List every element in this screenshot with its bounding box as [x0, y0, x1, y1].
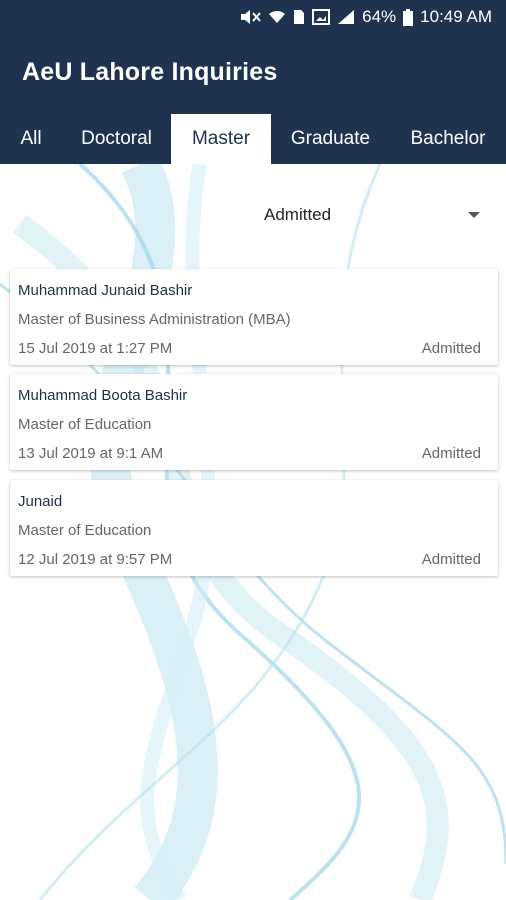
dropdown-arrow-icon — [468, 212, 480, 218]
inquiry-date: 15 Jul 2019 at 1:27 PM — [18, 340, 173, 357]
inquiry-card[interactable]: Muhammad Boota Bashir Master of Educatio… — [10, 374, 498, 470]
inquiry-status: Admitted — [421, 445, 481, 462]
clock: 10:49 AM — [420, 7, 492, 26]
status-icons: 64% 10:49 AM — [239, 0, 492, 34]
inquiry-name: Junaid — [18, 493, 63, 510]
inquiry-card[interactable]: Junaid Master of Education 12 Jul 2019 a… — [10, 480, 498, 576]
content-area: Admitted Muhammad Junaid Bashir Master o… — [0, 164, 506, 900]
screenshot-icon — [312, 9, 331, 25]
tab-all[interactable]: All — [0, 114, 62, 164]
battery-icon — [403, 8, 414, 26]
inquiry-program: Master of Education — [18, 522, 152, 539]
app-title: AeU Lahore Inquiries — [22, 58, 278, 86]
tab-master[interactable]: Master — [171, 114, 271, 164]
sim-icon — [293, 9, 305, 25]
tab-graduate[interactable]: Graduate — [271, 114, 390, 164]
tab-bachelor[interactable]: Bachelor — [390, 114, 506, 164]
inquiry-program: Master of Education — [18, 416, 152, 433]
battery-percent: 64% — [362, 7, 397, 26]
status-bar: 64% 10:49 AM — [0, 0, 506, 34]
tab-doctoral[interactable]: Doctoral — [62, 114, 171, 164]
signal-icon — [337, 9, 355, 25]
inquiry-name: Muhammad Boota Bashir — [18, 387, 188, 404]
inquiry-name: Muhammad Junaid Bashir — [18, 282, 193, 299]
wifi-icon — [268, 9, 286, 25]
inquiry-date: 12 Jul 2019 at 9:57 PM — [18, 551, 173, 568]
inquiry-status: Admitted — [421, 551, 481, 568]
inquiry-program: Master of Business Administration (MBA) — [18, 311, 291, 328]
mute-icon — [239, 9, 261, 25]
tab-bar: All Doctoral Master Graduate Bachelor — [0, 114, 506, 164]
inquiry-date: 13 Jul 2019 at 9:1 AM — [18, 445, 164, 462]
inquiry-status: Admitted — [421, 340, 481, 357]
inquiry-card[interactable]: Muhammad Junaid Bashir Master of Busines… — [10, 269, 498, 365]
status-filter-dropdown[interactable]: Admitted — [256, 202, 488, 230]
status-filter-value: Admitted — [264, 205, 332, 224]
app-bar: AeU Lahore Inquiries — [0, 34, 506, 114]
